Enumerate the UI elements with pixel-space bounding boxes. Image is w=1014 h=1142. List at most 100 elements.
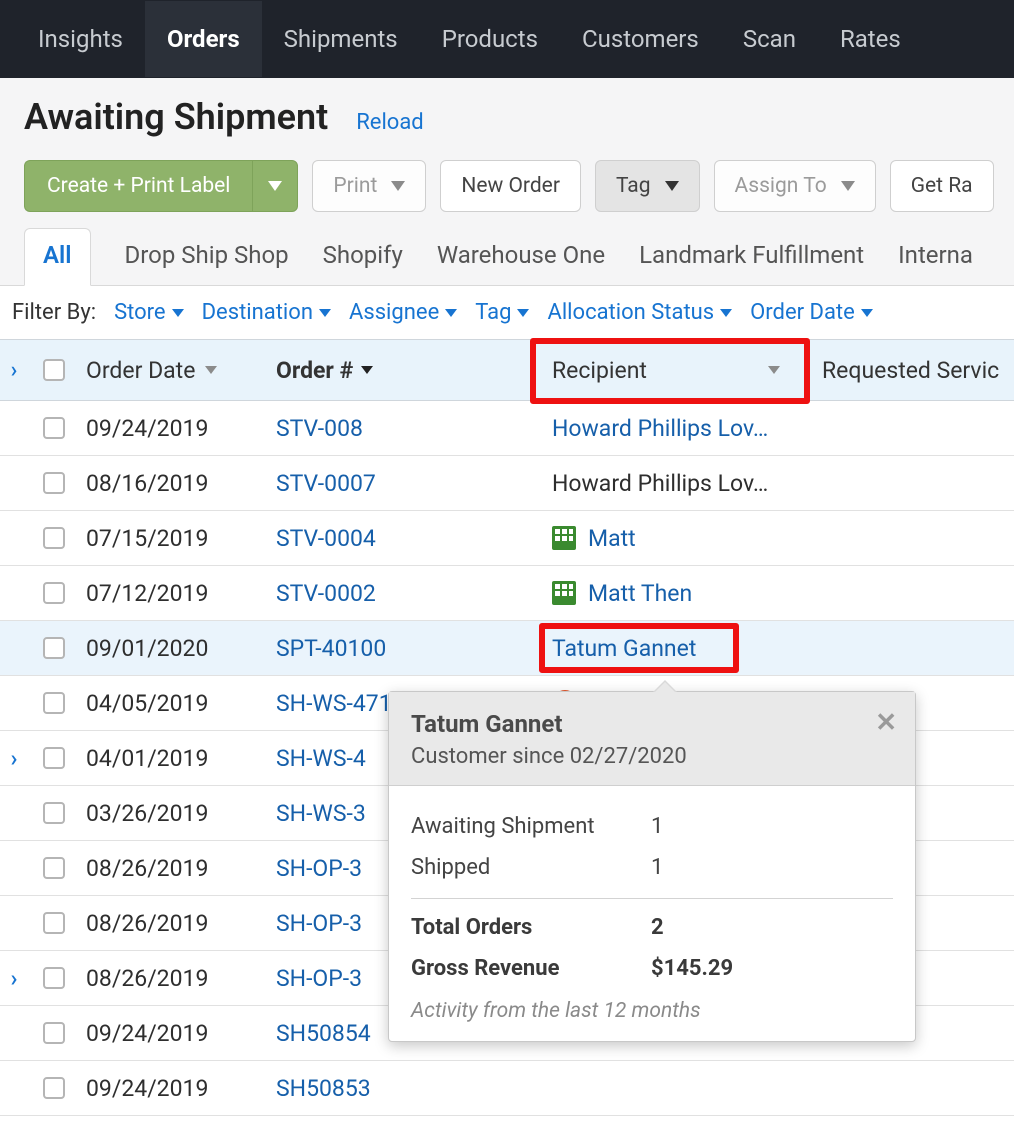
page-title: Awaiting Shipment [24, 96, 328, 138]
nav-shipments[interactable]: Shipments [262, 1, 420, 77]
popover-shipped-label: Shipped [411, 855, 651, 880]
tab-shopify[interactable]: Shopify [323, 229, 403, 285]
table-row[interactable]: 09/24/2019STV-008 Howard Phillips Lov… [0, 401, 1014, 456]
new-order-button[interactable]: New Order [440, 160, 581, 212]
order-number-link[interactable]: SH-OP-3 [276, 855, 362, 882]
filter-bar: Filter By: Store Destination Assignee Ta… [0, 286, 1014, 339]
table-row[interactable]: 09/24/2019SH50853 [0, 1061, 1014, 1116]
sort-icon [768, 366, 780, 374]
nav-customers[interactable]: Customers [560, 1, 721, 77]
order-number-link[interactable]: SH50853 [276, 1075, 371, 1102]
recipient-cell: Howard Phillips Lov… [530, 415, 800, 442]
table-row[interactable]: 08/16/2019STV-0007Howard Phillips Lov… [0, 456, 1014, 511]
row-checkbox[interactable] [43, 472, 65, 494]
filter-tag[interactable]: Tag [475, 300, 529, 325]
filter-assignee[interactable]: Assignee [349, 300, 457, 325]
row-checkbox[interactable] [43, 747, 65, 769]
row-checkbox[interactable] [43, 1022, 65, 1044]
tab-landmark-fulfillment[interactable]: Landmark Fulfillment [639, 229, 864, 285]
order-date: 09/24/2019 [80, 1075, 270, 1102]
tab-international[interactable]: Interna [898, 229, 973, 285]
recipient-name[interactable]: Tatum Gannet [552, 635, 696, 662]
recipient-cell: Tatum Gannet [530, 635, 800, 662]
col-order-date[interactable]: Order Date [80, 357, 270, 384]
popover-footer: Activity from the last 12 months [411, 989, 893, 1023]
table-header: › Order Date Order # Recipient Requested… [0, 339, 1014, 401]
row-checkbox[interactable] [43, 967, 65, 989]
filter-allocation-status[interactable]: Allocation Status [547, 300, 732, 325]
create-print-label-text: Create + Print Label [47, 174, 230, 198]
nav-insights[interactable]: Insights [16, 1, 145, 77]
recipient-name[interactable]: Howard Phillips Lov… [552, 415, 768, 442]
order-number-link[interactable]: SH-OP-3 [276, 910, 362, 937]
popover-total-orders-label: Total Orders [411, 915, 651, 940]
recipient-cell: Matt Then [530, 580, 800, 607]
get-rates-button[interactable]: Get Ra [890, 160, 994, 212]
row-checkbox[interactable] [43, 527, 65, 549]
order-number-link[interactable]: STV-0007 [276, 470, 376, 497]
row-checkbox[interactable] [43, 802, 65, 824]
table-row[interactable]: 07/12/2019STV-0002Matt Then [0, 566, 1014, 621]
filter-order-date[interactable]: Order Date [750, 300, 873, 325]
expand-all-icon[interactable]: › [11, 358, 18, 383]
order-date: 08/26/2019 [80, 855, 270, 882]
order-number-link[interactable]: SH-OP-3 [276, 965, 362, 992]
row-checkbox[interactable] [43, 692, 65, 714]
reload-link[interactable]: Reload [356, 110, 424, 135]
table-row[interactable]: 07/15/2019STV-0004Matt [0, 511, 1014, 566]
order-number-link[interactable]: STV-008 [276, 415, 363, 442]
expand-row-icon[interactable]: › [0, 965, 28, 992]
select-all-checkbox[interactable] [43, 359, 65, 381]
building-icon [552, 581, 576, 605]
assign-to-button[interactable]: Assign To [714, 160, 876, 212]
expand-row-icon[interactable]: › [0, 745, 28, 772]
tag-button[interactable]: Tag [595, 160, 700, 212]
col-recipient[interactable]: Recipient [530, 357, 800, 384]
filter-destination[interactable]: Destination [202, 300, 331, 325]
recipient-name[interactable]: Matt Then [588, 580, 692, 607]
row-checkbox[interactable] [43, 1077, 65, 1099]
print-button[interactable]: Print [312, 160, 426, 212]
col-order-number[interactable]: Order # [270, 357, 530, 384]
filter-by-label: Filter By: [12, 300, 96, 325]
nav-scan[interactable]: Scan [721, 1, 818, 77]
row-checkbox[interactable] [43, 417, 65, 439]
order-number-link[interactable]: SH50854 [276, 1020, 371, 1047]
order-date: 09/24/2019 [80, 415, 270, 442]
row-checkbox[interactable] [43, 912, 65, 934]
row-checkbox[interactable] [43, 637, 65, 659]
tab-warehouse-one[interactable]: Warehouse One [437, 229, 605, 285]
print-label: Print [333, 174, 377, 198]
col-requested-service[interactable]: Requested Servic [800, 357, 1014, 384]
order-number-link[interactable]: STV-0002 [276, 580, 376, 607]
recipient-name: Howard Phillips Lov… [552, 470, 768, 497]
tab-all[interactable]: All [24, 228, 91, 286]
order-date: 09/01/2020 [80, 635, 270, 662]
tag-label: Tag [616, 174, 651, 198]
table-row[interactable]: 09/01/2020SPT-40100 Tatum Gannet [0, 621, 1014, 676]
customer-popover: Tatum Gannet Customer since 02/27/2020 ✕… [388, 691, 916, 1042]
order-number-link[interactable]: SH-WS-3 [276, 800, 366, 827]
order-date: 08/26/2019 [80, 965, 270, 992]
row-checkbox[interactable] [43, 857, 65, 879]
popover-total-orders-value: 2 [651, 915, 664, 940]
filter-store[interactable]: Store [114, 300, 184, 325]
order-number-link[interactable]: SH-WS-4 [276, 745, 366, 772]
nav-products[interactable]: Products [420, 1, 560, 77]
row-checkbox[interactable] [43, 582, 65, 604]
tab-drop-ship-shop[interactable]: Drop Ship Shop [125, 229, 289, 285]
divider [411, 898, 893, 899]
order-number-link[interactable]: SH-WS-4718 [276, 690, 405, 717]
nav-orders[interactable]: Orders [145, 1, 262, 77]
recipient-cell: Matt [530, 525, 800, 552]
order-number-link[interactable]: STV-0004 [276, 525, 376, 552]
create-print-label-button[interactable]: Create + Print Label [24, 160, 298, 212]
order-number-link[interactable]: SPT-40100 [276, 635, 386, 662]
popover-awaiting-value: 1 [651, 814, 663, 839]
create-print-label-dropdown[interactable] [252, 160, 298, 212]
assign-to-label: Assign To [735, 174, 827, 198]
popover-close-button[interactable]: ✕ [875, 708, 897, 738]
nav-rates[interactable]: Rates [818, 1, 923, 77]
recipient-name[interactable]: Matt [588, 525, 636, 552]
popover-customer-name: Tatum Gannet [411, 710, 893, 738]
